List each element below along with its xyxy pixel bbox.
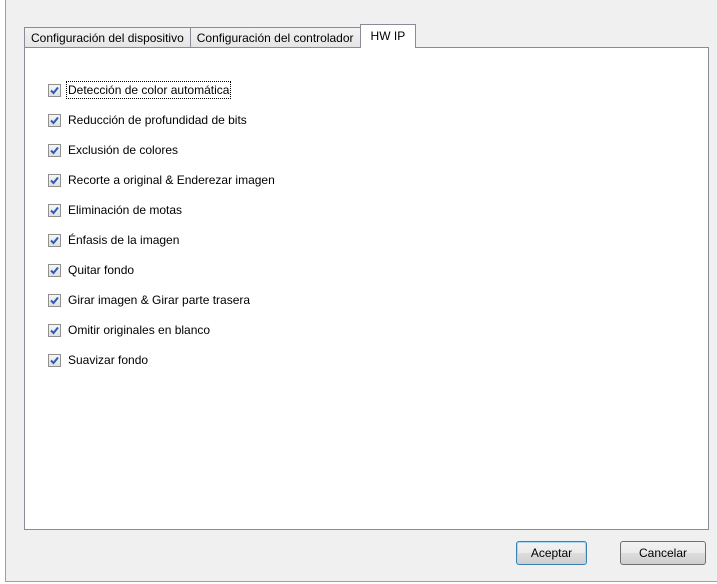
checkbox[interactable]	[48, 113, 61, 127]
option-auto-color-detection[interactable]: Detección de color automática	[48, 75, 275, 105]
option-speck-removal[interactable]: Eliminación de motas	[48, 195, 275, 225]
tab-device-config[interactable]: Configuración del dispositivo	[24, 27, 191, 48]
option-label: Énfasis de la imagen	[68, 233, 180, 247]
option-label: Reducción de profundidad de bits	[68, 113, 247, 127]
tab-panel-hw-ip: Detección de color automática Reducción …	[24, 47, 709, 530]
checkmark-icon	[50, 86, 59, 94]
option-color-exclusion[interactable]: Exclusión de colores	[48, 135, 275, 165]
options-list: Detección de color automática Reducción …	[48, 75, 275, 375]
option-smooth-background[interactable]: Suavizar fondo	[48, 345, 275, 375]
cancel-button[interactable]: Cancelar	[620, 541, 706, 565]
option-label: Suavizar fondo	[68, 353, 149, 367]
checkbox[interactable]	[48, 233, 61, 247]
option-label: Detección de color automática	[65, 81, 232, 99]
checkmark-icon	[50, 236, 59, 244]
checkmark-icon	[50, 116, 59, 124]
checkmark-icon	[50, 326, 59, 334]
option-remove-background[interactable]: Quitar fondo	[48, 255, 275, 285]
option-image-emphasis[interactable]: Énfasis de la imagen	[48, 225, 275, 255]
option-label: Exclusión de colores	[68, 143, 179, 157]
checkbox[interactable]	[48, 323, 61, 337]
tab-hw-ip[interactable]: HW IP	[359, 24, 417, 48]
tab-driver-config[interactable]: Configuración del controlador	[189, 27, 361, 48]
option-label: Girar imagen & Girar parte trasera	[68, 293, 251, 307]
checkbox[interactable]	[48, 203, 61, 217]
checkmark-icon	[50, 296, 59, 304]
checkbox[interactable]	[48, 353, 61, 367]
checkbox[interactable]	[48, 83, 61, 97]
option-bit-depth-reduction[interactable]: Reducción de profundidad de bits	[48, 105, 275, 135]
option-label: Eliminación de motas	[68, 203, 183, 217]
option-crop-deskew[interactable]: Recorte a original & Enderezar imagen	[48, 165, 275, 195]
checkmark-icon	[50, 206, 59, 214]
checkmark-icon	[50, 146, 59, 154]
option-label: Recorte a original & Enderezar imagen	[68, 173, 275, 187]
accept-button[interactable]: Aceptar	[516, 541, 587, 565]
option-label: Omitir originales en blanco	[68, 323, 211, 337]
checkbox[interactable]	[48, 293, 61, 307]
checkbox[interactable]	[48, 263, 61, 277]
checkbox[interactable]	[48, 143, 61, 157]
checkmark-icon	[50, 356, 59, 364]
option-skip-blank-originals[interactable]: Omitir originales en blanco	[48, 315, 275, 345]
option-rotate-image[interactable]: Girar imagen & Girar parte trasera	[48, 285, 275, 315]
checkbox[interactable]	[48, 173, 61, 187]
checkmark-icon	[50, 176, 59, 184]
checkmark-icon	[50, 266, 59, 274]
option-label: Quitar fondo	[68, 263, 135, 277]
tab-strip: Configuración del dispositivo Configurac…	[24, 24, 417, 48]
